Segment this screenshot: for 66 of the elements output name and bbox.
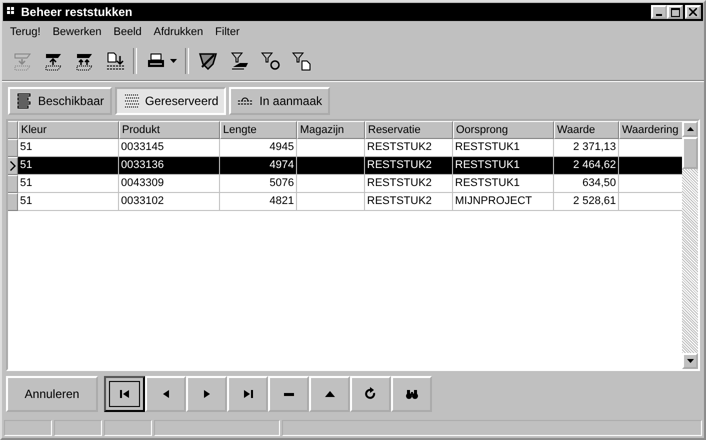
refresh-icon (364, 387, 378, 401)
up-arrow-icon (686, 127, 694, 131)
view-button[interactable]: Beschikbaar (8, 87, 112, 115)
close-button[interactable] (685, 5, 701, 19)
menu-item[interactable]: Terug! (10, 26, 41, 38)
menu-item[interactable]: Beeld (114, 26, 142, 38)
table-cell: RESTSTUK2 (365, 193, 453, 211)
column-header[interactable]: Magazijn (297, 121, 365, 139)
cancel-button[interactable]: Annuleren (6, 376, 98, 412)
lines-icon (16, 92, 32, 110)
table-cell (297, 193, 365, 211)
status-panel (104, 420, 152, 436)
table-row[interactable]: 51 0033136 4974 RESTSTUK2 RESTSTUK1 2 464,62 (8, 157, 682, 175)
table-cell: MIJNPROJECT (453, 193, 554, 211)
row-header[interactable] (8, 157, 18, 175)
table-cell: 0033102 (119, 193, 220, 211)
close-icon (689, 8, 697, 16)
tray-arrow-icon (42, 51, 62, 71)
menu-item[interactable]: Bewerken (52, 26, 102, 38)
column-header[interactable]: Produkt (119, 121, 220, 139)
column-header[interactable]: Waardering (619, 121, 682, 139)
column-header[interactable]: Oorsprong (453, 121, 554, 139)
status-panel (54, 420, 102, 436)
table-row[interactable]: 51 0033102 4821 RESTSTUK2 MIJNPROJECT 2 528,61 (8, 193, 682, 211)
grid-dots-icon[interactable] (7, 7, 17, 17)
table-row[interactable]: 51 0043309 5076 RESTSTUK2 RESTSTUK1 634,50 (8, 175, 682, 193)
binoculars-button[interactable] (391, 376, 432, 412)
binoculars-icon (404, 387, 418, 401)
view-button[interactable]: Gereserveerd (115, 87, 226, 115)
maximize-button[interactable] (667, 5, 683, 19)
skip-back-icon (118, 387, 132, 401)
skip-forward-button[interactable] (227, 376, 268, 412)
filter-coin-icon (260, 51, 280, 71)
shield-filter-icon (198, 51, 218, 71)
scroll-up-button[interactable] (682, 121, 698, 137)
column-header[interactable]: Reservatie (365, 121, 453, 139)
table-row[interactable]: 51 0033145 4945 RESTSTUK2 RESTSTUK1 2 371,13 (8, 139, 682, 157)
menu-item[interactable]: Afdrukken (154, 26, 204, 38)
maximize-icon (670, 8, 680, 16)
filter-document-icon (290, 51, 310, 71)
tray-arrows-icon (74, 51, 94, 71)
column-header[interactable]: Lengte (220, 121, 297, 139)
row-pointer-icon (10, 161, 16, 171)
document-transfer-icon (104, 51, 124, 71)
column-header[interactable]: Waarde (554, 121, 619, 139)
minimize-button[interactable] (651, 5, 667, 19)
filter-hand-icon (228, 51, 248, 71)
down-arrow-icon (686, 359, 694, 363)
table-cell: 4821 (220, 193, 297, 211)
table-cell: 2 528,61 (554, 193, 619, 211)
column-header[interactable]: Kleur (18, 121, 119, 139)
skip-back-button[interactable] (104, 376, 145, 412)
table-cell: 51 (18, 193, 119, 211)
bar-icon (237, 97, 254, 105)
scroll-down-button[interactable] (682, 353, 698, 369)
tray-arrow-icon (12, 51, 32, 71)
menu-item[interactable]: Filter (215, 26, 240, 38)
hatched-stack-icon (123, 92, 140, 110)
minus-button[interactable] (268, 376, 309, 412)
status-panel (4, 420, 52, 436)
scroll-thumb[interactable] (682, 137, 698, 169)
window-title: Beheer reststukken (21, 5, 134, 19)
view-button[interactable]: In aanmaak (229, 87, 330, 115)
up-triangle-button[interactable] (309, 376, 350, 412)
dropdown-arrow-icon (170, 59, 176, 63)
refresh-button[interactable] (350, 376, 391, 412)
